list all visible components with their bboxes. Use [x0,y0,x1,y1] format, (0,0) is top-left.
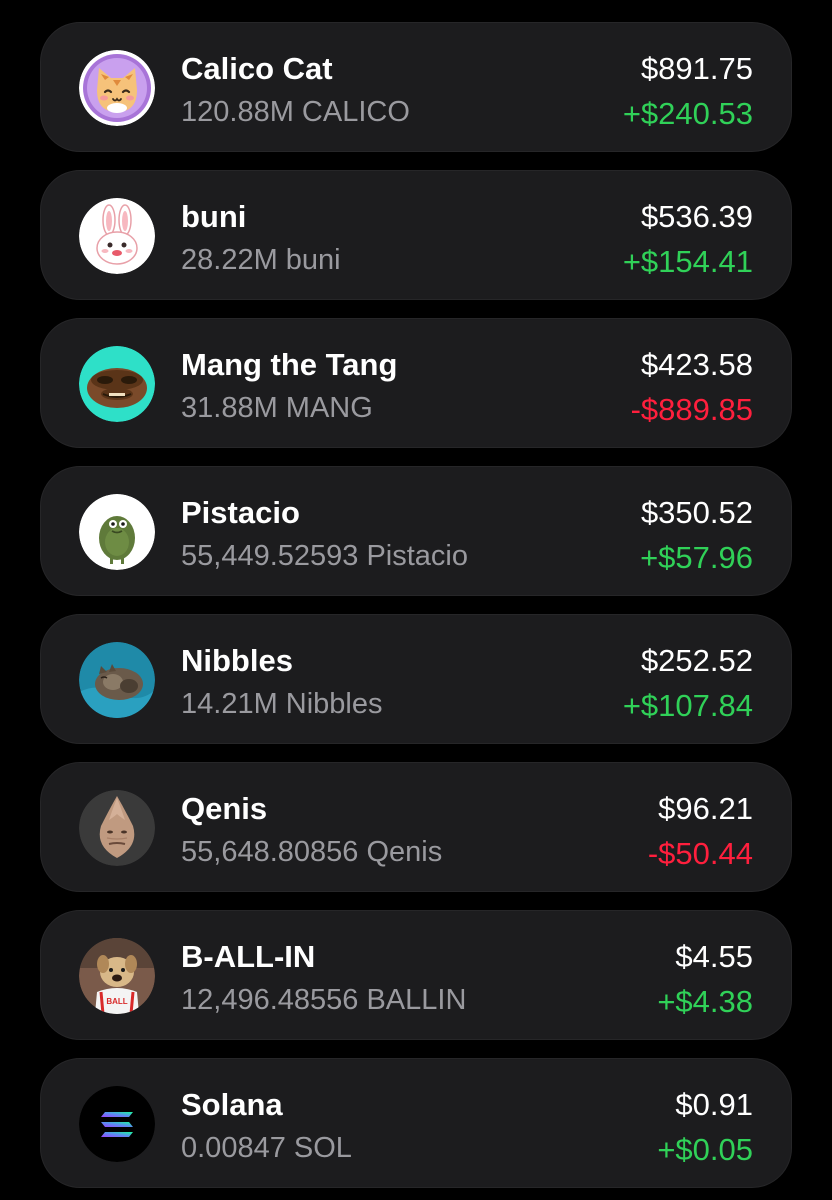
token-row-b-all-in[interactable]: BALL B-ALL-IN 12,496.48556 BALLIN $4.55 … [40,910,792,1040]
token-value: $536.39 [640,199,753,234]
token-change: +$4.38 [657,984,753,1019]
frog-face-icon [79,346,155,422]
token-name: Pistacio [181,495,300,530]
token-row-pistacio[interactable]: Pistacio 55,449.52593 Pistacio $350.52 +… [40,466,792,596]
bunny-icon [79,198,155,274]
token-row-mang-the-tang[interactable]: Mang the Tang 31.88M MANG $423.58 -$889.… [40,318,792,448]
token-value: $252.52 [640,643,753,678]
token-amount: 55,648.80856 Qenis [181,836,443,868]
token-change: +$107.84 [622,688,753,723]
token-change: -$50.44 [647,836,753,871]
token-row-nibbles[interactable]: Nibbles 14.21M Nibbles $252.52 +$107.84 [40,614,792,744]
token-change: +$154.41 [622,244,753,279]
token-amount: 55,449.52593 Pistacio [181,540,468,572]
token-value: $350.52 [640,495,753,530]
solana-logo-icon [79,1086,155,1162]
token-amount: 31.88M MANG [181,392,373,424]
token-value: $423.58 [640,347,753,382]
sleeping-cat-icon [79,642,155,718]
token-amount: 12,496.48556 BALLIN [181,984,467,1016]
qenis-face-icon [79,790,155,866]
token-change: +$57.96 [640,540,753,575]
token-change: +$240.53 [622,96,753,131]
token-amount: 0.00847 SOL [181,1132,352,1164]
basketball-dog-icon: BALL [79,938,155,1014]
token-name: buni [181,199,247,234]
green-frog-icon [79,494,155,570]
token-name: Qenis [181,791,268,826]
token-name: Mang the Tang [181,347,398,382]
token-row-solana[interactable]: Solana 0.00847 SOL $0.91 +$0.05 [40,1058,792,1188]
token-change: -$889.85 [630,392,753,427]
token-row-buni[interactable]: buni 28.22M buni $536.39 +$154.41 [40,170,792,300]
token-amount: 14.21M Nibbles [181,688,383,720]
token-row-qenis[interactable]: Qenis 55,648.80856 Qenis $96.21 -$50.44 [40,762,792,892]
token-amount: 28.22M buni [181,244,341,276]
token-value: $4.55 [675,939,753,974]
token-value: $0.91 [675,1087,753,1122]
token-amount: 120.88M CALICO [181,96,410,128]
token-name: Solana [181,1087,283,1122]
token-name: Calico Cat [181,51,333,86]
token-value: $96.21 [658,791,753,826]
token-list: Calico Cat 120.88M CALICO $891.75 +$240.… [0,0,832,1200]
token-value: $891.75 [640,51,753,86]
token-change: +$0.05 [657,1132,753,1167]
token-row-calico-cat[interactable]: Calico Cat 120.88M CALICO $891.75 +$240.… [40,22,792,152]
token-name: Nibbles [181,643,293,678]
token-name: B-ALL-IN [181,939,316,974]
calico-cat-icon [79,50,155,126]
svg-text:BALL: BALL [106,997,127,1006]
